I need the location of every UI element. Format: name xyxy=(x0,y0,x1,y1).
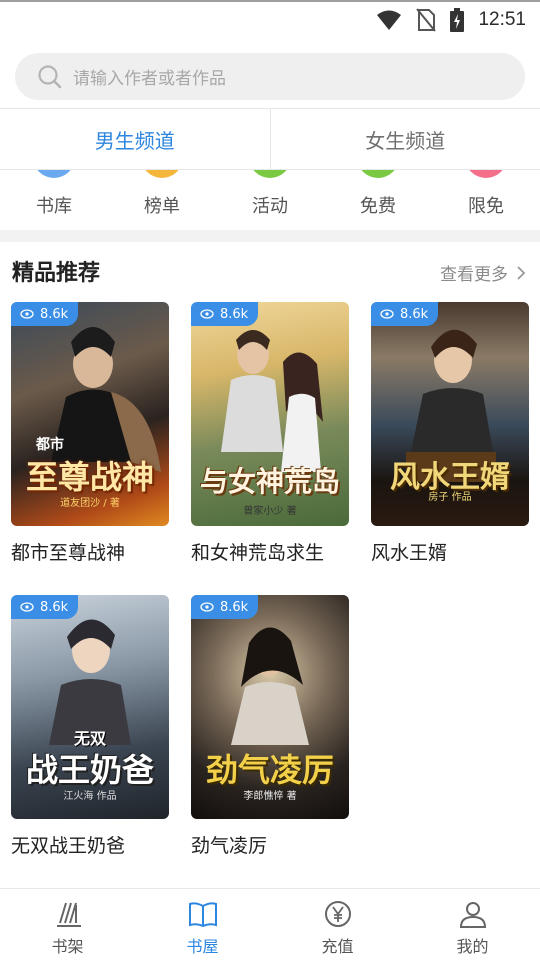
search-icon xyxy=(38,64,62,88)
book-title[interactable]: 劲气凌厉 xyxy=(191,831,371,858)
view-count: 8.6k xyxy=(400,306,429,322)
eye-icon xyxy=(200,309,214,319)
view-more-label: 查看更多 xyxy=(440,265,508,285)
category-label: 免费 xyxy=(360,196,396,217)
category-limited-free[interactable]: 限免 xyxy=(432,170,540,230)
book-title[interactable]: 和女神荒岛求生 xyxy=(191,538,371,565)
view-count-badge: 8.6k xyxy=(191,595,259,619)
category-events[interactable]: 活动 xyxy=(216,170,324,230)
section-title: 精品推荐 xyxy=(12,261,101,286)
section-divider xyxy=(0,230,540,242)
book-cover[interactable]: 与女神荒岛 曾家小少 著 8.6k xyxy=(191,302,349,526)
search-input[interactable]: 请输入作者或者作品 xyxy=(15,53,525,100)
channel-tabs: 男生频道 女生频道 xyxy=(0,108,540,170)
nav-profile[interactable]: 我的 xyxy=(405,889,540,960)
library-icon xyxy=(33,170,75,178)
category-label: 榜单 xyxy=(144,196,180,217)
bottom-nav: 书架 书屋 充值 我的 xyxy=(0,888,540,960)
category-ranking[interactable]: 榜单 xyxy=(108,170,216,230)
cover-top-label: 都市 xyxy=(36,437,64,453)
nav-recharge[interactable]: 充值 xyxy=(270,889,405,960)
status-bar: 12:51 xyxy=(0,0,540,36)
eye-icon xyxy=(20,309,34,319)
bookshelf-icon xyxy=(56,902,81,927)
nav-bookstore[interactable]: 书屋 xyxy=(135,889,270,960)
ranking-icon xyxy=(141,170,183,178)
status-icons: 12:51 xyxy=(376,6,526,34)
cover-title-art: 与女神荒岛 xyxy=(199,465,340,498)
cover-author: 江火海 作品 xyxy=(63,791,117,802)
nav-label: 书架 xyxy=(51,937,84,956)
category-library[interactable]: 书库 xyxy=(0,170,108,230)
person-icon xyxy=(459,902,486,928)
category-label: 限免 xyxy=(468,196,504,217)
category-label: 活动 xyxy=(252,196,288,217)
nav-label: 我的 xyxy=(456,937,489,956)
no-sim-icon xyxy=(416,8,437,32)
view-count: 8.6k xyxy=(220,306,249,322)
view-count-badge: 8.6k xyxy=(11,595,79,619)
status-time: 12:51 xyxy=(478,9,526,30)
cover-title-art: 劲气凌厉 xyxy=(205,751,334,789)
free-icon xyxy=(357,170,399,178)
view-count-badge: 8.6k xyxy=(11,302,79,326)
nav-label: 充值 xyxy=(321,937,354,956)
book-cover[interactable]: 劲气凌厉 李郎憔悴 著 8.6k xyxy=(191,595,349,819)
events-icon xyxy=(249,170,291,178)
wifi-icon xyxy=(377,10,402,30)
book-title[interactable]: 无双战王奶爸 xyxy=(11,831,191,858)
book-cover[interactable]: 都市 至尊战神 道友团沙 / 著 8.6k xyxy=(11,302,169,526)
chevron-right-icon xyxy=(517,265,526,280)
eye-icon xyxy=(200,602,214,612)
category-free[interactable]: 免费 xyxy=(324,170,432,230)
book-cover[interactable]: 风水王婿 房子 作品 8.6k xyxy=(371,302,529,526)
book-cover[interactable]: 无双 战王奶爸 江火海 作品 8.6k xyxy=(11,595,169,819)
view-count-badge: 8.6k xyxy=(191,302,259,326)
eye-icon xyxy=(20,602,34,612)
eye-icon xyxy=(380,309,394,319)
book-title[interactable]: 都市至尊战神 xyxy=(11,538,191,565)
tab-male-channel[interactable]: 男生频道 xyxy=(0,109,270,169)
nav-bookshelf[interactable]: 书架 xyxy=(0,889,135,960)
cover-author: 曾家小少 著 xyxy=(243,506,297,517)
tab-female-channel[interactable]: 女生频道 xyxy=(269,109,540,169)
yen-coin-icon xyxy=(324,901,351,927)
search-placeholder: 请输入作者或者作品 xyxy=(73,69,226,89)
book-title[interactable]: 风水王婿 xyxy=(371,538,540,565)
search-bar-area: 请输入作者或者作品 xyxy=(0,36,540,108)
view-more-link[interactable]: 查看更多 xyxy=(440,260,526,285)
view-count-badge: 8.6k xyxy=(371,302,439,326)
nav-label: 书屋 xyxy=(186,937,219,956)
cover-title-art: 战王奶爸 xyxy=(25,751,154,789)
cover-author: 房子 作品 xyxy=(428,492,472,503)
view-count: 8.6k xyxy=(40,599,69,615)
cover-title-art: 至尊战神 xyxy=(25,458,154,496)
cover-author: 李郎憔悴 著 xyxy=(243,791,297,802)
view-count: 8.6k xyxy=(40,306,69,322)
limited-free-icon xyxy=(465,170,507,178)
cover-author: 道友团沙 / 著 xyxy=(60,498,120,509)
open-book-icon xyxy=(188,902,217,928)
category-label: 书库 xyxy=(36,196,72,217)
category-row: 书库 榜单 活动 免费 限免 xyxy=(0,170,540,230)
battery-charging-icon xyxy=(450,8,465,32)
view-count: 8.6k xyxy=(220,599,249,615)
